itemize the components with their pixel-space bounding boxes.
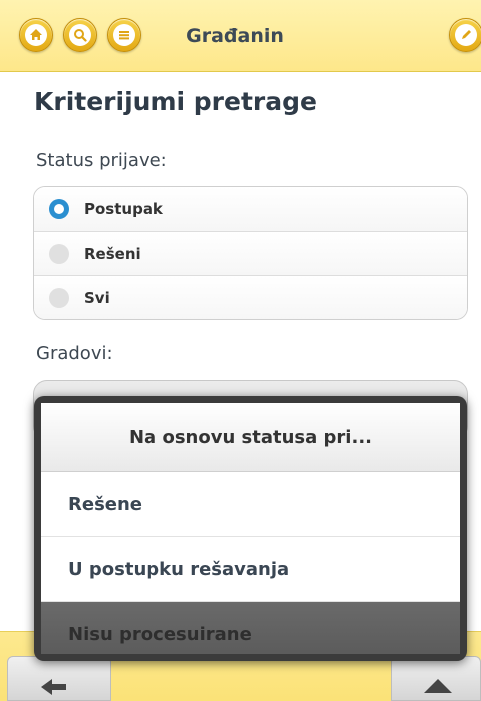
search-button[interactable] (63, 18, 97, 52)
popup-body: Na osnovu statusa pri... Rešene U postup… (41, 403, 460, 654)
radio-unselected-icon (49, 243, 69, 264)
radio-option-postupak[interactable]: Postupak (34, 187, 467, 232)
popup-title: Na osnovu statusa pri... (41, 403, 460, 472)
radio-option-svi[interactable]: Svi (34, 276, 467, 319)
popup-option-resene[interactable]: Rešene (41, 472, 460, 537)
status-label: Status prijave: (36, 150, 167, 171)
edit-icon (455, 24, 477, 46)
popup-option-nisu-procesuirane[interactable]: Nisu procesuirane (41, 602, 460, 654)
back-button[interactable] (7, 656, 111, 701)
cities-label: Gradovi: (36, 343, 113, 364)
home-icon (25, 24, 47, 46)
app-header: Građanin (0, 0, 481, 72)
radio-option-reseni[interactable]: Rešeni (34, 231, 467, 277)
home-button[interactable] (19, 18, 53, 52)
arrow-left-icon (41, 679, 66, 695)
radio-unselected-icon (49, 288, 69, 309)
triangle-up-icon (424, 679, 452, 693)
popup-option-u-postupku[interactable]: U postupku rešavanja (41, 537, 460, 602)
radio-label: Postupak (84, 200, 163, 218)
radio-selected-icon (49, 199, 69, 219)
search-icon (69, 24, 91, 46)
menu-button[interactable] (107, 18, 141, 52)
menu-icon (113, 24, 135, 46)
edit-button[interactable] (449, 18, 481, 52)
radio-label: Rešeni (84, 244, 141, 263)
scroll-up-button[interactable] (391, 656, 481, 701)
radio-label: Svi (84, 289, 110, 308)
page-title: Kriterijumi pretrage (34, 87, 317, 116)
status-select-popup: Na osnovu statusa pri... Rešene U postup… (34, 396, 467, 661)
header-title: Građanin (186, 25, 284, 47)
status-radio-group: Postupak Rešeni Svi (33, 186, 468, 320)
